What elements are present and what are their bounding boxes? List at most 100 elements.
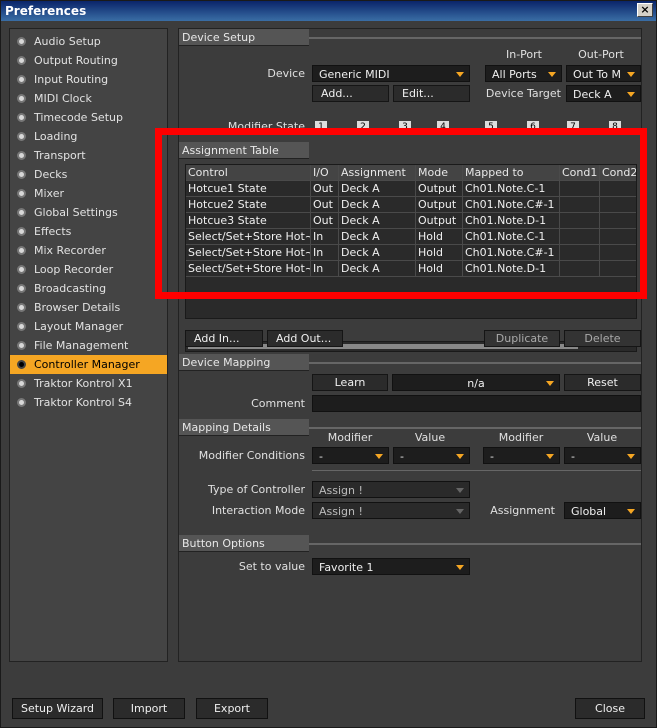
radio-dot-icon: [17, 379, 26, 388]
sidebar-item-label: MIDI Clock: [34, 92, 92, 105]
sidebar-item-label: Loading: [34, 130, 78, 143]
sidebar-item-file-management[interactable]: File Management: [10, 336, 167, 355]
radio-dot-icon: [17, 341, 26, 350]
sidebar-item-label: Controller Manager: [34, 358, 140, 371]
window-title-text: Preferences: [5, 4, 87, 18]
add-in-button[interactable]: Add In...: [185, 330, 263, 347]
sidebar-item-decks[interactable]: Decks: [10, 165, 167, 184]
sidebar-item-label: Traktor Kontrol X1: [34, 377, 133, 390]
add-device-button[interactable]: Add...: [312, 85, 389, 102]
sidebar-item-label: Audio Setup: [34, 35, 101, 48]
chevron-down-icon: [456, 565, 464, 570]
controller-manager-panel: Device Setup In-Port Out-Port Device Gen…: [178, 28, 642, 662]
set-to-value-dropdown[interactable]: Favorite 1: [312, 558, 470, 575]
condition1-value-dropdown[interactable]: -: [393, 447, 470, 464]
assignment-value: Global: [571, 505, 607, 518]
value-column-label: Value: [414, 431, 446, 444]
condition2-modifier-dropdown[interactable]: -: [483, 447, 560, 464]
window-title: Preferences ×: [1, 1, 656, 21]
sidebar-item-timecode-setup[interactable]: Timecode Setup: [10, 108, 167, 127]
sidebar-item-global-settings[interactable]: Global Settings: [10, 203, 167, 222]
chevron-down-icon: [627, 454, 635, 459]
import-button[interactable]: Import: [113, 698, 185, 719]
sidebar-item-label: Broadcasting: [34, 282, 107, 295]
type-of-controller-value: Assign !: [319, 484, 363, 497]
sidebar-item-output-routing[interactable]: Output Routing: [10, 51, 167, 70]
sidebar-item-transport[interactable]: Transport: [10, 146, 167, 165]
sidebar-item-traktor-kontrol-s4[interactable]: Traktor Kontrol S4: [10, 393, 167, 412]
setup-wizard-button[interactable]: Setup Wizard: [12, 698, 103, 719]
set-to-value-value: Favorite 1: [319, 561, 374, 574]
chevron-down-icon: [456, 454, 464, 459]
assignment-dropdown[interactable]: Global: [564, 502, 641, 519]
condition1-modifier-dropdown[interactable]: -: [312, 447, 389, 464]
modifier-column-label-2: Modifier: [498, 431, 544, 444]
radio-dot-icon: [17, 75, 26, 84]
chevron-down-icon: [375, 454, 383, 459]
assignment-label: Assignment: [490, 504, 555, 517]
sidebar-item-loop-recorder[interactable]: Loop Recorder: [10, 260, 167, 279]
sidebar-item-mixer[interactable]: Mixer: [10, 184, 167, 203]
outport-dropdown-value: Out To M: [573, 68, 622, 81]
sidebar-item-mix-recorder[interactable]: Mix Recorder: [10, 241, 167, 260]
sidebar-item-label: Mix Recorder: [34, 244, 106, 257]
comment-input[interactable]: [312, 395, 641, 412]
chevron-down-icon: [627, 92, 635, 97]
add-out-button[interactable]: Add Out...: [267, 330, 343, 347]
chevron-down-icon: [627, 509, 635, 514]
assignment-table-highlight: [155, 128, 647, 299]
inport-dropdown[interactable]: All Ports: [485, 65, 562, 82]
sidebar-item-audio-setup[interactable]: Audio Setup: [10, 32, 167, 51]
reset-button[interactable]: Reset: [564, 374, 641, 391]
radio-dot-icon: [17, 322, 26, 331]
radio-dot-icon: [17, 189, 26, 198]
sidebar-item-label: Mixer: [34, 187, 65, 200]
outport-dropdown[interactable]: Out To M: [566, 65, 641, 82]
delete-button[interactable]: Delete: [564, 330, 641, 347]
section-divider: [309, 427, 641, 429]
sidebar-item-input-routing[interactable]: Input Routing: [10, 70, 167, 89]
condition2-value-dropdown[interactable]: -: [564, 447, 641, 464]
radio-dot-icon: [17, 303, 26, 312]
sidebar-item-controller-manager[interactable]: Controller Manager: [10, 355, 167, 374]
separator: [312, 470, 641, 471]
close-window-icon[interactable]: ×: [637, 3, 653, 17]
sidebar-item-loading[interactable]: Loading: [10, 127, 167, 146]
sidebar-item-label: Traktor Kontrol S4: [34, 396, 133, 409]
duplicate-button[interactable]: Duplicate: [484, 330, 560, 347]
sidebar-item-traktor-kontrol-x1[interactable]: Traktor Kontrol X1: [10, 374, 167, 393]
device-setup-header: Device Setup: [179, 29, 309, 46]
device-target-dropdown[interactable]: Deck A: [566, 85, 641, 102]
sidebar-item-layout-manager[interactable]: Layout Manager: [10, 317, 167, 336]
sidebar-item-label: Loop Recorder: [34, 263, 114, 276]
sidebar-item-label: Timecode Setup: [34, 111, 123, 124]
radio-dot-icon: [17, 56, 26, 65]
learn-button[interactable]: Learn: [312, 374, 388, 391]
radio-dot-icon: [17, 227, 26, 236]
sidebar-item-effects[interactable]: Effects: [10, 222, 167, 241]
sidebar-item-label: File Management: [34, 339, 129, 352]
export-button[interactable]: Export: [196, 698, 268, 719]
device-dropdown[interactable]: Generic MIDI: [312, 65, 470, 82]
mapping-dropdown-value: n/a: [467, 377, 485, 390]
chevron-down-icon: [456, 488, 464, 493]
sidebar-item-label: Layout Manager: [34, 320, 124, 333]
close-button[interactable]: Close: [575, 698, 645, 719]
edit-device-button[interactable]: Edit...: [393, 85, 470, 102]
sidebar-item-broadcasting[interactable]: Broadcasting: [10, 279, 167, 298]
device-mapping-header: Device Mapping: [179, 354, 309, 371]
mapping-details-header: Mapping Details: [179, 419, 309, 436]
type-of-controller-label: Type of Controller: [208, 483, 305, 496]
interaction-mode-value: Assign !: [319, 505, 363, 518]
sidebar-item-browser-details[interactable]: Browser Details: [10, 298, 167, 317]
value-column-label-2: Value: [586, 431, 618, 444]
sidebar-item-label: Global Settings: [34, 206, 118, 219]
chevron-down-icon: [546, 381, 554, 386]
type-of-controller-dropdown[interactable]: Assign !: [312, 481, 470, 498]
interaction-mode-dropdown[interactable]: Assign !: [312, 502, 470, 519]
chevron-down-icon: [627, 72, 635, 77]
sidebar-item-midi-clock[interactable]: MIDI Clock: [10, 89, 167, 108]
mapping-dropdown[interactable]: n/a: [392, 374, 560, 391]
radio-dot-icon: [17, 208, 26, 217]
radio-dot-icon: [17, 246, 26, 255]
